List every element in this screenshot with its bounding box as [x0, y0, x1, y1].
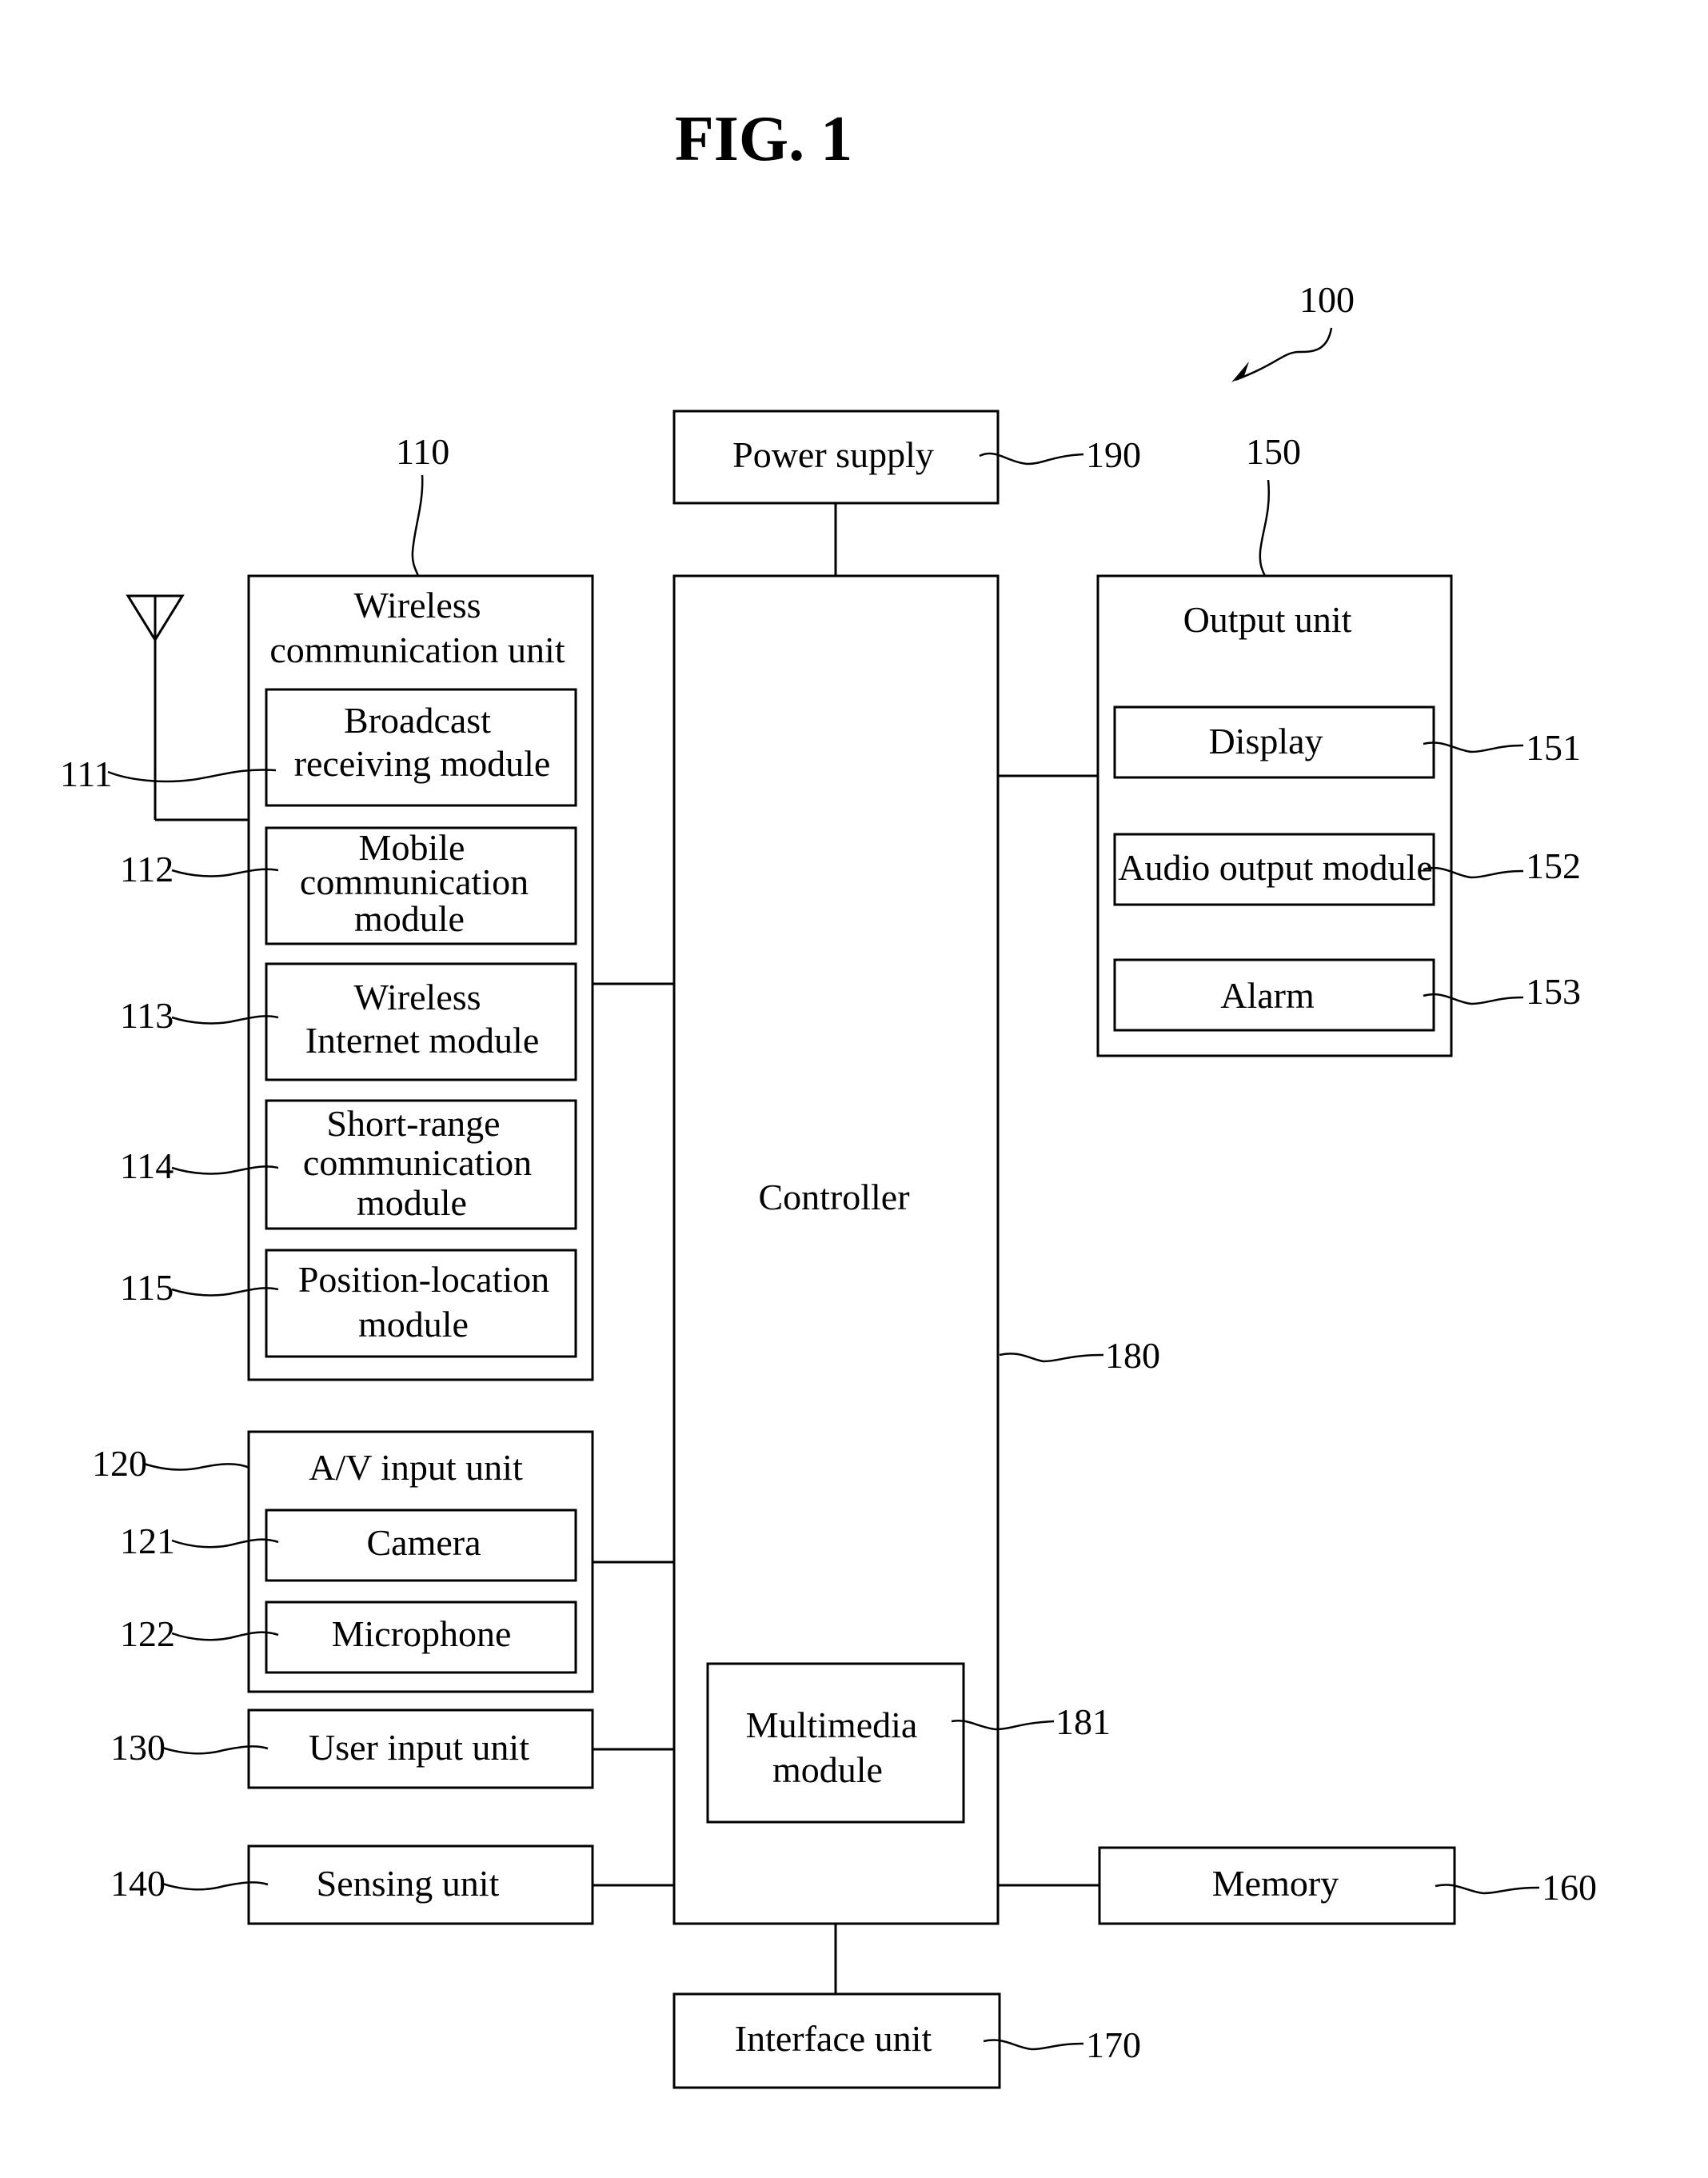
- wireless-unit-label-line-2: communication unit: [269, 629, 565, 670]
- user-input-unit: User input unit 130: [110, 1708, 594, 1789]
- ref-181: 181: [1056, 1701, 1111, 1742]
- device-leader-line: [1235, 327, 1333, 382]
- power-supply-block: Power supply 190: [672, 410, 1141, 505]
- controller-leader: [999, 1353, 1104, 1363]
- sensing-label: Sensing unit: [317, 1863, 500, 1904]
- module-115-line-1: Position-location: [298, 1259, 549, 1300]
- wireless-communication-unit: Wireless communication unit 110 Broadcas…: [60, 431, 594, 1381]
- ref-120: 120: [92, 1443, 147, 1484]
- module-112-line-3: module: [354, 898, 465, 939]
- ref-100: 100: [1299, 279, 1355, 320]
- user-input-label: User input unit: [309, 1727, 529, 1768]
- wireless-unit-label-line-1: Wireless: [353, 585, 481, 625]
- ref-122: 122: [120, 1613, 175, 1654]
- ref-110: 110: [396, 431, 449, 472]
- interface-label: Interface unit: [735, 2018, 932, 2059]
- wireless-unit-leader: [411, 474, 424, 577]
- ref-153: 153: [1526, 971, 1581, 1012]
- ref-112: 112: [120, 849, 174, 889]
- ref-170: 170: [1086, 2024, 1141, 2065]
- module-114-line-3: module: [357, 1182, 467, 1223]
- ref-190: 190: [1086, 434, 1141, 475]
- module-113-line-2: Internet module: [305, 1020, 540, 1061]
- ref-121: 121: [120, 1521, 175, 1561]
- camera-label: Camera: [366, 1522, 481, 1563]
- antenna-icon: [126, 594, 249, 821]
- controller-label: Controller: [758, 1177, 909, 1217]
- av-input-leader: [143, 1462, 250, 1471]
- output-unit: Output unit 150 Display 151 Audio output…: [1096, 431, 1581, 1057]
- audio-output-label: Audio output module: [1118, 847, 1433, 888]
- arrowhead-icon: [1231, 362, 1249, 382]
- module-114-line-1: Short-range: [326, 1103, 500, 1144]
- figure-title: FIG. 1: [675, 104, 852, 174]
- ref-113: 113: [120, 995, 174, 1036]
- ref-151: 151: [1526, 727, 1581, 768]
- ref-152: 152: [1526, 845, 1581, 886]
- module-111-line-1: Broadcast: [344, 700, 491, 741]
- microphone-label: Microphone: [332, 1613, 512, 1654]
- block-diagram: FIG. 1 100 Power supply 190 Controller 1…: [60, 104, 1597, 2089]
- av-input-unit: A/V input unit 120 Camera 121 Microphone…: [92, 1430, 594, 1693]
- sensing-unit: Sensing unit 140: [110, 1844, 594, 1925]
- module-115-line-2: module: [358, 1304, 469, 1345]
- module-111-line-2: receiving module: [294, 743, 551, 784]
- multimedia-label-line-1: Multimedia: [746, 1704, 918, 1745]
- module-113-line-1: Wireless: [353, 977, 481, 1017]
- power-supply-label: Power supply: [732, 434, 934, 475]
- output-unit-leader: [1259, 479, 1270, 577]
- multimedia-label-line-2: module: [772, 1749, 883, 1790]
- ref-114: 114: [120, 1145, 174, 1186]
- ref-111: 111: [60, 753, 113, 794]
- output-unit-label: Output unit: [1183, 599, 1352, 640]
- ref-180: 180: [1105, 1335, 1160, 1376]
- ref-130: 130: [110, 1727, 166, 1768]
- ref-160: 160: [1542, 1867, 1597, 1908]
- multimedia-module-block: Multimedia module 181: [706, 1662, 1111, 1824]
- module-114-line-2: communication: [303, 1142, 532, 1183]
- module-112-line-2: communication: [300, 861, 529, 902]
- memory-label: Memory: [1212, 1863, 1339, 1904]
- ref-115: 115: [120, 1267, 174, 1308]
- display-label: Display: [1208, 721, 1323, 761]
- ref-150: 150: [1246, 431, 1301, 472]
- interface-unit: Interface unit 170: [672, 1992, 1141, 2089]
- av-input-label: A/V input unit: [309, 1447, 523, 1488]
- memory-block: Memory 160: [1098, 1846, 1597, 1925]
- alarm-label: Alarm: [1220, 975, 1315, 1016]
- ref-140: 140: [110, 1863, 166, 1904]
